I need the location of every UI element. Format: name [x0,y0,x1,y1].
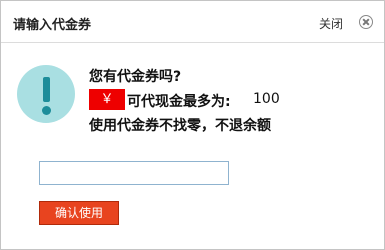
dialog-title: 请输入代金券 [13,18,92,33]
voucher-note: 使用代金券不找零，不退余额 [89,118,271,134]
close-icon[interactable] [359,15,373,29]
confirm-button[interactable]: 确认使用 [39,201,119,225]
exclamation-dot [42,106,51,115]
exclamation-bar [43,77,50,102]
exclamation-icon [17,65,75,123]
voucher-code-input[interactable] [39,161,229,185]
max-amount-value: 100 [253,91,280,107]
currency-badge: ￥ [89,89,125,110]
close-link[interactable]: 关闭 [319,15,343,32]
dialog-titlebar: 请输入代金券 关闭 [1,1,384,43]
voucher-dialog: 请输入代金券 关闭 您有代金券吗? ￥ 可代现金最多为: 100 使用代金券不找… [0,0,385,250]
max-amount-label: 可代现金最多为: [127,94,231,110]
voucher-question: 您有代金券吗? [89,69,182,85]
